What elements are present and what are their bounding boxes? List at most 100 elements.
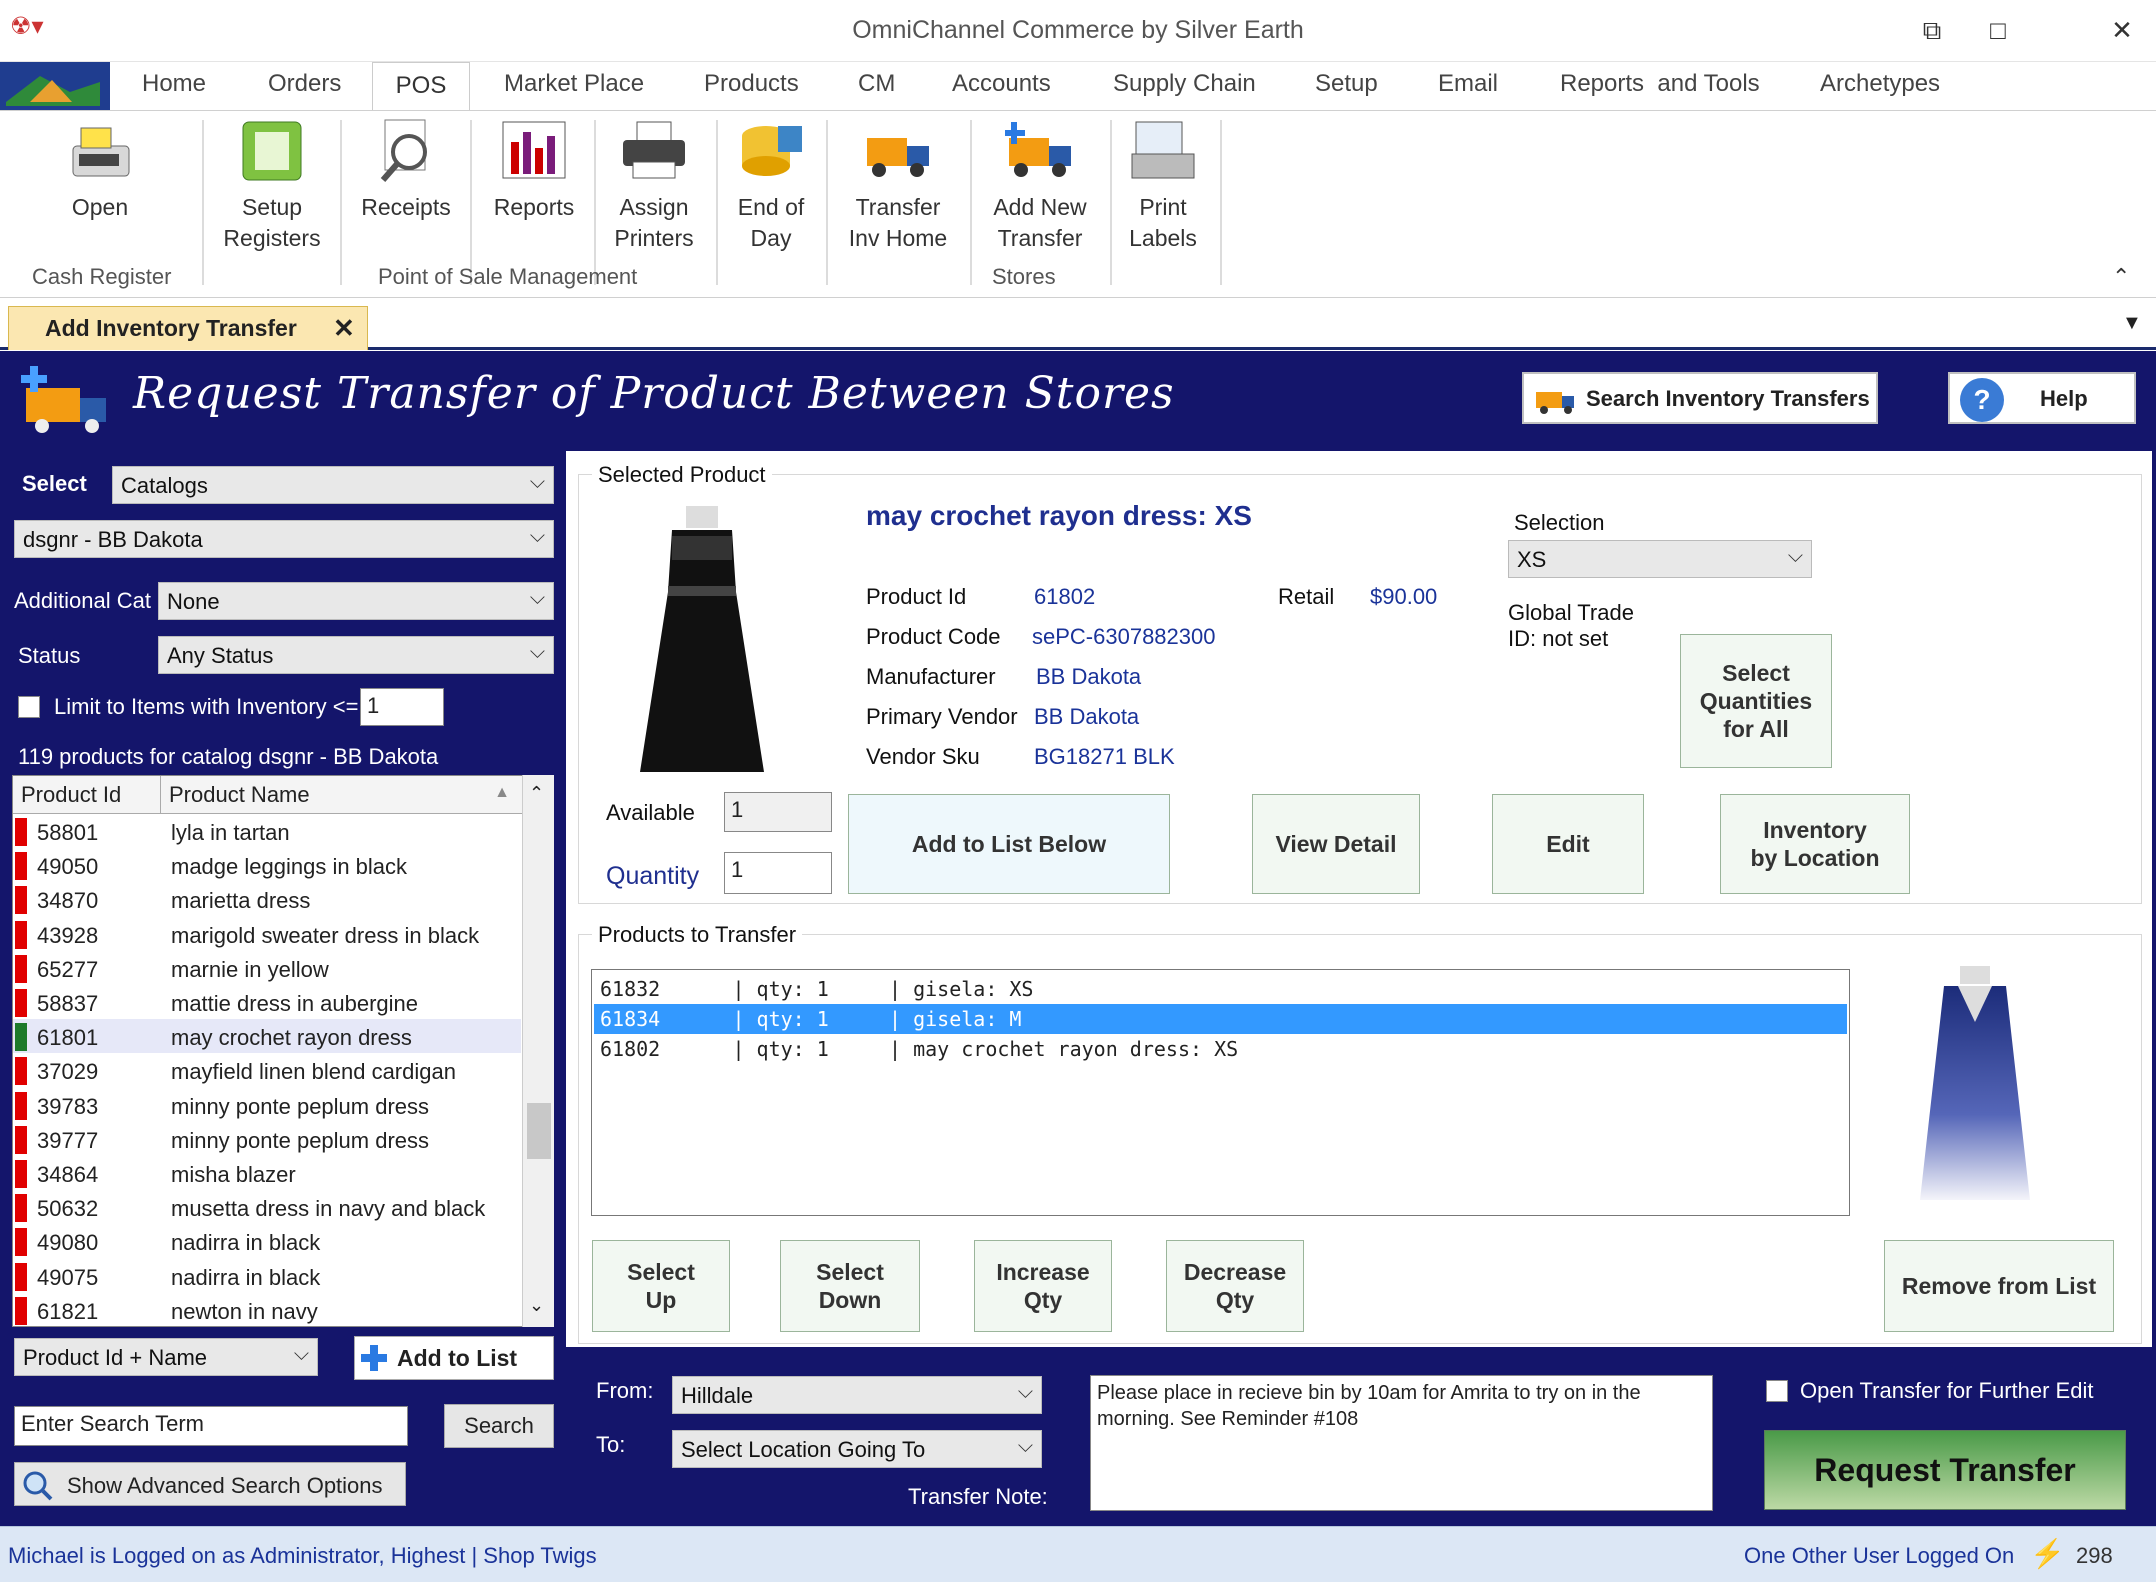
add-to-list-below-button[interactable]: Add to List Below [848,794,1170,894]
remove-from-list-button[interactable]: Remove from List [1884,1240,2114,1332]
scroll-down-icon[interactable]: ⌄ [529,1295,544,1316]
product-row[interactable]: 65277 marnie in yellow [13,951,521,985]
product-row[interactable]: 50632 musetta dress in navy and black [13,1190,521,1224]
transfer-row[interactable]: 61802 | qty: 1 | may crochet rayon dress… [594,1034,1847,1064]
request-transfer-button[interactable]: Request Transfer [1764,1430,2126,1510]
tab-supply-chain[interactable]: Supply Chain [1113,70,1256,98]
app-logo-icon[interactable] [0,62,110,110]
advanced-search-button[interactable]: Show Advanced Search Options [14,1462,406,1506]
end-of-day-button[interactable]: End of Day [726,118,816,254]
column-header-product-name[interactable]: Product Name ▲ [161,776,523,814]
select-type-dropdown[interactable]: Catalogs ⌵ [112,466,554,504]
open-register-button[interactable]: Open [60,118,140,223]
product-row[interactable]: 58801 lyla in tartan [13,814,521,848]
transfer-inv-home-button[interactable]: Transfer Inv Home [836,118,960,254]
product-row[interactable]: 49050 madge leggings in black [13,848,521,882]
search-mode-dropdown[interactable]: Product Id + Name ⌵ [14,1338,318,1376]
transfer-row[interactable]: 61834 | qty: 1 | gisela: M [594,1004,1847,1034]
transfer-list[interactable]: 61832 | qty: 1 | gisela: XS 61834 | qty: … [591,969,1850,1216]
to-location-dropdown[interactable]: Select Location Going To ⌵ [672,1430,1042,1468]
stock-flag [15,852,27,881]
tab-market-place[interactable]: Market Place [504,70,644,98]
chevron-down-icon: ⌵ [1017,1381,1033,1403]
close-tab-icon[interactable]: ✕ [333,313,355,344]
primary-vendor-value: BB Dakota [1034,704,1140,729]
tab-home[interactable]: Home [142,70,206,98]
product-row[interactable]: 61821 newton in navy [13,1293,521,1326]
product-row[interactable]: 34864 misha blazer [13,1156,521,1190]
reports-button[interactable]: Reports [484,118,584,223]
doc-tab-add-inventory-transfer[interactable]: Add Inventory Transfer ✕ [8,306,368,350]
help-button[interactable]: ? Help [1948,372,2136,424]
receipts-button[interactable]: Receipts [356,118,456,223]
add-new-transfer-button[interactable]: Add New Transfer [978,118,1102,254]
restore-icon[interactable]: ⧉ [1910,10,1954,50]
product-row[interactable]: 43928 marigold sweater dress in black [13,917,521,951]
product-row[interactable]: 39777 minny ponte peplum dress [13,1122,521,1156]
scroll-up-icon[interactable]: ⌃ [529,783,544,804]
tab-products[interactable]: Products [704,70,799,98]
collapse-ribbon-icon[interactable]: ⌃ [2112,264,2130,290]
increase-qty-line2: Qty [1023,1287,1063,1313]
tab-email[interactable]: Email [1438,70,1498,98]
catalog-dropdown[interactable]: dsgnr - BB Dakota ⌵ [14,520,554,558]
tab-orders[interactable]: Orders [268,70,341,98]
register-setup-icon [237,118,307,186]
setup-registers-button[interactable]: Setup Registers [218,118,326,254]
product-name-cell: madge leggings in black [171,854,408,880]
column-header-product-id[interactable]: Product Id [13,776,161,814]
product-row[interactable]: 49075 nadirra in black [13,1259,521,1293]
product-id-cell: 39777 [37,1127,99,1153]
tab-setup[interactable]: Setup [1315,70,1378,98]
tab-reports-and-tools[interactable]: Reports and Tools [1560,70,1760,98]
product-list[interactable]: Product Id Product Name ▲ 58801 lyla in t… [12,775,554,1327]
product-id-cell: 34870 [37,888,99,914]
product-row[interactable]: 37029 mayfield linen blend cardigan [13,1053,521,1087]
decrease-qty-button[interactable]: Decrease Qty [1166,1240,1304,1332]
decrease-qty-line1: Decrease [1183,1259,1287,1285]
limit-inventory-checkbox[interactable] [18,696,40,718]
product-row[interactable]: 39783 minny ponte peplum dress [13,1088,521,1122]
select-up-button[interactable]: Select Up [592,1240,730,1332]
search-term-input[interactable]: Enter Search Term [14,1406,408,1446]
product-row[interactable]: 61801 may crochet rayon dress [13,1019,521,1054]
from-location-dropdown[interactable]: Hilldale ⌵ [672,1376,1042,1414]
search-button[interactable]: Search [444,1404,554,1448]
product-row[interactable]: 34870 marietta dress [13,882,521,916]
scroll-thumb[interactable] [527,1103,551,1159]
transfer-row[interactable]: 61832 | qty: 1 | gisela: XS [594,974,1847,1004]
product-row[interactable]: 49080 nadirra in black [13,1224,521,1258]
additional-cat-dropdown[interactable]: None ⌵ [158,582,554,620]
close-icon[interactable]: ✕ [2100,10,2144,50]
print-labels-button[interactable]: Print Labels [1118,118,1208,254]
product-row[interactable]: 58837 mattie dress in aubergine [13,985,521,1019]
ribbon-separator [716,120,718,285]
product-id-cell: 65277 [37,956,99,982]
add-to-list-button[interactable]: Add to List [354,1336,554,1380]
quantity-input[interactable]: 1 [724,852,832,894]
transfer-note-textarea[interactable]: Please place in recieve bin by 10am for … [1090,1375,1713,1511]
select-down-button[interactable]: Select Down [780,1240,920,1332]
to-location-value: Select Location Going To [681,1437,926,1462]
increase-qty-button[interactable]: Increase Qty [974,1240,1112,1332]
inventory-by-location-button[interactable]: Inventory by Location [1720,794,1910,894]
tab-pos[interactable]: POS [372,62,470,112]
tab-archetypes[interactable]: Archetypes [1820,70,1940,98]
search-inventory-transfers-button[interactable]: Search Inventory Transfers [1522,372,1878,424]
transfer-inv-home-label-2: Inv Home [848,225,948,251]
tab-accounts[interactable]: Accounts [952,70,1051,98]
tab-list-dropdown-icon[interactable]: ▼ [2122,312,2142,335]
tab-cm[interactable]: CM [858,70,895,98]
view-detail-button[interactable]: View Detail [1252,794,1420,894]
advanced-search-label: Show Advanced Search Options [67,1473,383,1498]
limit-inventory-input[interactable]: 1 [360,688,444,726]
product-list-scrollbar[interactable]: ⌃ ⌄ [522,775,554,1327]
edit-button[interactable]: Edit [1492,794,1644,894]
open-further-edit-checkbox[interactable] [1766,1380,1788,1402]
print-labels-label-1: Print [1139,194,1187,220]
select-quantities-for-all-button[interactable]: Select Quantities for All [1680,634,1832,768]
status-dropdown[interactable]: Any Status ⌵ [158,636,554,674]
maximize-icon[interactable]: □ [1976,10,2020,50]
assign-printers-button[interactable]: Assign Printers [604,118,704,254]
selection-dropdown[interactable]: XS ⌵ [1508,540,1812,578]
